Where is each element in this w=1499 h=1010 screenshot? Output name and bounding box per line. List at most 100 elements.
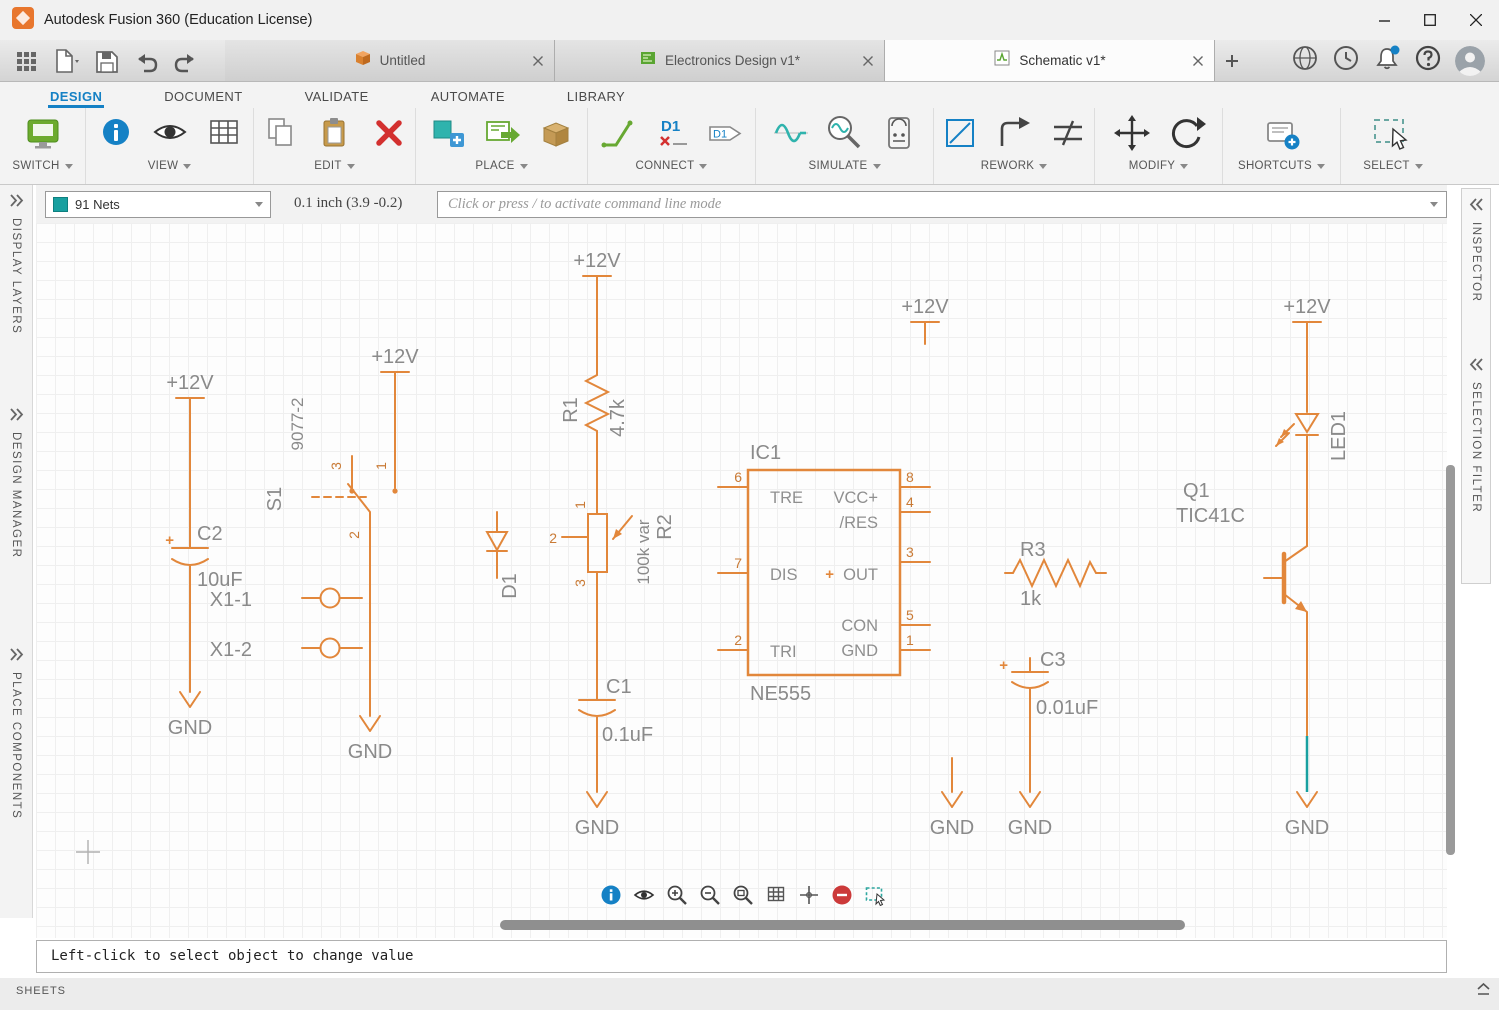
move-icon[interactable] — [1112, 113, 1152, 158]
shortcuts-panel-icon[interactable] — [1262, 113, 1302, 158]
power-12v-5[interactable]: +12V — [1283, 296, 1331, 412]
delete-icon[interactable] — [369, 113, 409, 158]
component-r2[interactable]: 1 2 3 100k var R2 — [549, 501, 676, 700]
svg-text:IC1[interactable]: IC1 — [750, 442, 781, 464]
marquee-select-icon[interactable] — [864, 884, 886, 906]
horizontal-scrollbar[interactable] — [500, 920, 1185, 930]
gnd-1[interactable]: GND — [168, 692, 212, 739]
zoom-in-icon[interactable] — [666, 884, 688, 906]
rework-line-icon[interactable] — [940, 113, 980, 158]
menu-design[interactable]: DESIGN — [48, 87, 104, 108]
svg-text:+12V[interactable]: +12V — [371, 346, 419, 368]
chevron-down-icon[interactable] — [1430, 202, 1438, 207]
zoom-out-icon[interactable] — [699, 884, 721, 906]
svg-text:GND[interactable]: GND — [348, 741, 392, 763]
grid-icon[interactable] — [765, 884, 787, 906]
component-q1[interactable]: Q1 TIC41C — [1176, 480, 1307, 736]
menu-validate[interactable]: VALIDATE — [303, 87, 371, 108]
svg-text:+12V[interactable]: +12V — [1283, 296, 1331, 318]
job-status-clock-icon[interactable] — [1332, 44, 1360, 77]
component-led1[interactable]: LED1 — [1276, 411, 1350, 546]
info-icon[interactable] — [96, 113, 136, 158]
rotate-icon[interactable] — [1166, 113, 1206, 158]
svg-text:1k[interactable]: 1k — [1020, 588, 1042, 610]
svg-text:S1[interactable]: S1 — [264, 487, 286, 511]
component-r1[interactable]: R1 4.7k — [560, 372, 629, 514]
component-s1[interactable]: 3 1 2 S1 9077-2 — [264, 398, 398, 716]
app-launcher-icon[interactable] — [10, 45, 42, 77]
gnd-4[interactable]: GND — [930, 758, 974, 839]
svg-text:GND[interactable]: GND — [168, 717, 212, 739]
svg-text:R1[interactable]: R1 — [560, 397, 582, 423]
svg-text:10uF[interactable]: 10uF — [197, 569, 243, 591]
paste-icon[interactable] — [315, 113, 355, 158]
place-package-icon[interactable] — [536, 113, 576, 158]
svg-text:D1[interactable]: D1 — [499, 573, 521, 599]
svg-text:GND[interactable]: GND — [1285, 817, 1329, 839]
svg-text:LED1[interactable]: LED1 — [1328, 411, 1350, 461]
gnd-3[interactable]: GND — [575, 792, 619, 839]
svg-text:9077-2[interactable]: 9077-2 — [288, 398, 307, 451]
svg-text:NE555[interactable]: NE555 — [750, 683, 811, 705]
svg-text:R3[interactable]: R3 — [1020, 539, 1046, 561]
marquee-select-icon[interactable] — [1371, 113, 1415, 158]
gnd-5[interactable]: GND — [1008, 792, 1052, 839]
maximize-button[interactable] — [1407, 0, 1453, 40]
new-tab-button[interactable] — [1215, 40, 1249, 81]
menu-document[interactable]: DOCUMENT — [162, 87, 244, 108]
svg-text:0.1uF[interactable]: 0.1uF — [602, 724, 653, 746]
rework-meander-icon[interactable] — [1048, 113, 1088, 158]
notifications-bell-icon[interactable] — [1373, 44, 1401, 77]
vertical-scrollbar[interactable] — [1446, 465, 1455, 855]
place-part-icon[interactable] — [428, 113, 468, 158]
close-tab-icon[interactable] — [862, 54, 874, 66]
panel-display-layers[interactable]: DISPLAY LAYERS — [0, 193, 32, 334]
copy-icon[interactable] — [261, 113, 301, 158]
help-icon[interactable] — [1414, 44, 1442, 77]
component-d1[interactable]: D1 — [487, 512, 521, 599]
svg-text:+12V[interactable]: +12V — [573, 250, 621, 272]
net-name-tag-icon[interactable]: D1 — [706, 113, 746, 158]
svg-text:4.7k[interactable]: 4.7k — [607, 398, 629, 437]
svg-text:+12V[interactable]: +12V — [901, 296, 949, 318]
rework-route-icon[interactable] — [994, 113, 1034, 158]
svg-text:X1-2[interactable]: X1-2 — [210, 639, 252, 661]
user-avatar[interactable] — [1455, 46, 1485, 76]
component-c1[interactable]: C1 0.1uF — [579, 676, 653, 792]
undo-button[interactable] — [130, 45, 162, 77]
svg-text:R2[interactable]: R2 — [654, 514, 676, 540]
component-r3[interactable]: R3 1k — [1005, 539, 1106, 610]
net-label-icon[interactable]: D1 — [652, 113, 692, 158]
power-12v-1[interactable]: +12V — [166, 372, 214, 548]
component-c3[interactable]: + C3 0.01uF — [999, 649, 1098, 792]
panel-selection-filter[interactable]: SELECTION FILTER — [1462, 357, 1490, 513]
switch-workspace-icon[interactable] — [23, 113, 63, 158]
svg-text:Q1[interactable]: Q1 — [1183, 480, 1210, 502]
close-button[interactable] — [1453, 0, 1499, 40]
probe-magnifier-icon[interactable] — [825, 113, 865, 158]
svg-text:100k var[interactable]: 100k var — [634, 519, 653, 585]
command-line-input[interactable] — [437, 191, 1447, 218]
extensions-globe-icon[interactable] — [1291, 44, 1319, 77]
power-12v-4[interactable]: +12V — [901, 296, 949, 344]
eye-icon[interactable] — [150, 113, 190, 158]
close-tab-icon[interactable] — [1192, 54, 1204, 66]
svg-text:+12V[interactable]: +12V — [166, 372, 214, 394]
zoom-fit-icon[interactable] — [732, 884, 754, 906]
svg-text:C1[interactable]: C1 — [606, 676, 632, 698]
svg-text:GND[interactable]: GND — [1008, 817, 1052, 839]
place-board-icon[interactable] — [482, 113, 522, 158]
tab-electronics-design[interactable]: Electronics Design v1* — [555, 40, 885, 81]
svg-text:C2[interactable]: C2 — [197, 523, 223, 545]
power-12v-3[interactable]: +12V — [573, 250, 621, 372]
svg-text:GND[interactable]: GND — [575, 817, 619, 839]
tab-untitled[interactable]: Untitled — [225, 40, 555, 81]
panel-place-components[interactable]: PLACE COMPONENTS — [0, 647, 32, 819]
svg-text:GND[interactable]: GND — [930, 817, 974, 839]
minimize-button[interactable] — [1361, 0, 1407, 40]
tab-schematic[interactable]: Schematic v1* — [885, 40, 1215, 81]
component-ic1[interactable]: 6 7 2 8 4 3 5 1 TRE VCC+ /RES DIS + OUT … — [718, 442, 930, 705]
gnd-2[interactable]: GND — [348, 716, 392, 763]
crosshair-icon[interactable] — [798, 884, 820, 906]
schematic-viewport[interactable]: +12V +12V +12V +12V +12V + C2 — [36, 223, 1447, 938]
